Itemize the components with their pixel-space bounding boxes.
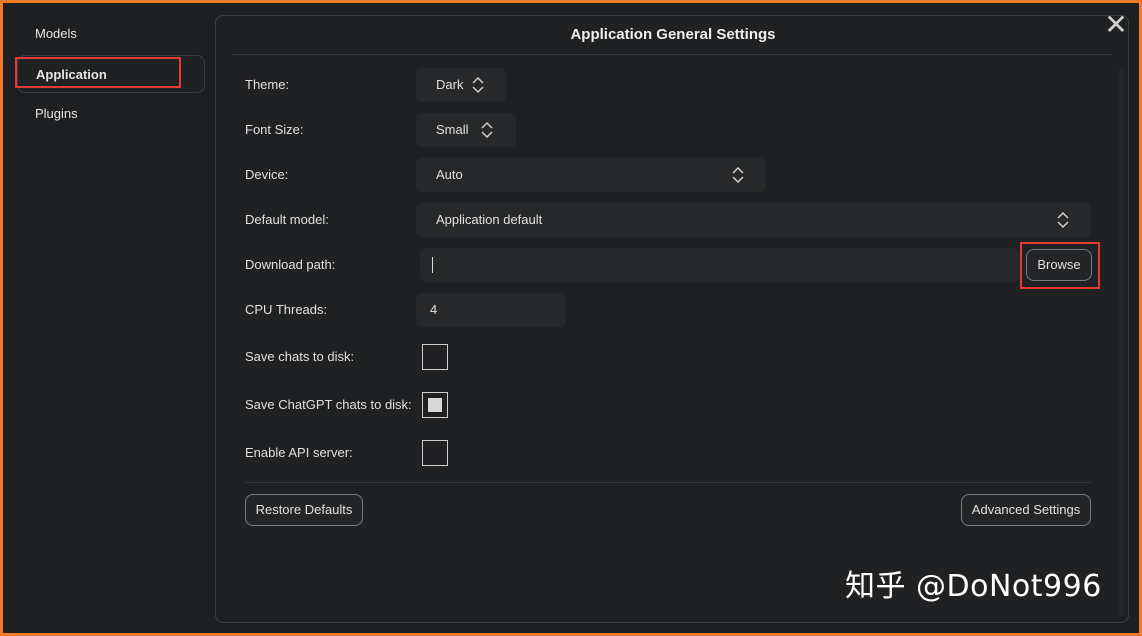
chevron-updown-icon — [1057, 211, 1069, 229]
advanced-settings-button[interactable]: Advanced Settings — [961, 494, 1091, 526]
cpu-threads-input[interactable]: 4 — [416, 293, 566, 327]
device-value: Auto — [436, 167, 463, 182]
browse-button[interactable]: Browse — [1026, 249, 1092, 281]
device-select[interactable]: Auto — [416, 158, 766, 192]
enable-api-server-label: Enable API server: — [245, 445, 353, 460]
settings-panel: Application General Settings — [215, 15, 1129, 623]
page-title: Application General Settings — [570, 26, 776, 43]
footer-divider — [245, 482, 1091, 483]
save-chatgpt-chats-label: Save ChatGPT chats to disk: — [245, 397, 412, 412]
device-label: Device: — [245, 167, 289, 182]
font-size-value: Small — [436, 122, 469, 137]
chevron-updown-icon — [481, 121, 493, 139]
save-chats-checkbox[interactable] — [422, 344, 448, 370]
download-path-label: Download path: — [245, 257, 336, 272]
theme-label: Theme: — [245, 77, 290, 92]
theme-select[interactable]: Dark — [416, 68, 506, 102]
sidebar-item-models[interactable]: Models — [17, 15, 205, 53]
default-model-value: Application default — [436, 212, 543, 227]
font-size-select[interactable]: Small — [416, 113, 516, 147]
font-size-label: Font Size: — [245, 122, 304, 137]
text-cursor — [432, 257, 433, 273]
restore-defaults-button[interactable]: Restore Defaults — [245, 494, 363, 526]
sidebar-item-label: Application — [36, 67, 107, 82]
close-icon[interactable]: ✕ — [1102, 11, 1130, 39]
chevron-updown-icon — [732, 166, 744, 184]
watermark: 知乎 @DoNot996 — [845, 569, 1102, 604]
sidebar-item-label: Models — [35, 26, 77, 41]
chevron-updown-icon — [472, 76, 484, 94]
cpu-threads-value: 4 — [430, 302, 438, 317]
default-model-select[interactable]: Application default — [416, 203, 1091, 237]
scrollbar[interactable] — [1118, 68, 1124, 616]
sidebar-item-application[interactable]: Application — [17, 55, 205, 93]
settings-window: Models Application Plugins Application G… — [3, 3, 1139, 633]
default-model-label: Default model: — [245, 212, 329, 227]
title-divider — [232, 54, 1112, 55]
cpu-threads-label: CPU Threads: — [245, 302, 328, 317]
theme-value: Dark — [436, 77, 464, 92]
save-chatgpt-chats-checkbox[interactable] — [422, 392, 448, 418]
sidebar-item-label: Plugins — [35, 106, 78, 121]
download-path-input[interactable] — [420, 248, 1020, 282]
sidebar-item-plugins[interactable]: Plugins — [17, 95, 205, 133]
save-chats-label: Save chats to disk: — [245, 349, 355, 364]
checkbox-check-mark — [428, 398, 442, 412]
enable-api-server-checkbox[interactable] — [422, 440, 448, 466]
sidebar: Models Application Plugins — [3, 3, 213, 633]
